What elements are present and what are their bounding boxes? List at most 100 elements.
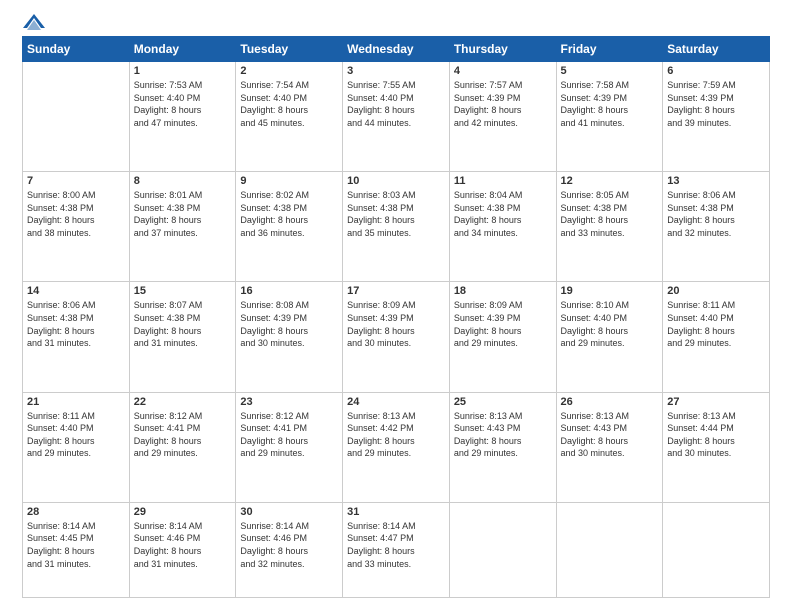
day-info: Sunrise: 8:12 AM Sunset: 4:41 PM Dayligh…: [134, 410, 232, 460]
day-info: Sunrise: 8:04 AM Sunset: 4:38 PM Dayligh…: [454, 189, 552, 239]
day-info: Sunrise: 7:53 AM Sunset: 4:40 PM Dayligh…: [134, 79, 232, 129]
calendar-cell: 9Sunrise: 8:02 AM Sunset: 4:38 PM Daylig…: [236, 172, 343, 282]
day-info: Sunrise: 8:06 AM Sunset: 4:38 PM Dayligh…: [27, 299, 125, 349]
day-number: 17: [347, 285, 445, 297]
calendar-cell: 14 Sunrise: 8:06 AM Sunset: 4:38 PM Dayli…: [23, 282, 130, 392]
week-row-0: 1 Sunrise: 7:53 AM Sunset: 4:40 PM Daylig…: [23, 62, 770, 172]
day-number: 26: [561, 396, 659, 408]
day-number: 14: [27, 285, 125, 297]
calendar-cell: 3 Sunrise: 7:55 AM Sunset: 4:40 PM Daylig…: [343, 62, 450, 172]
day-info: Sunrise: 8:11 AM Sunset: 4:40 PM Dayligh…: [667, 299, 765, 349]
calendar-cell: 7 Sunrise: 8:00 AM Sunset: 4:38 PM Daylig…: [23, 172, 130, 282]
day-info: Sunrise: 8:14 AM Sunset: 4:47 PM Dayligh…: [347, 520, 445, 570]
day-info: Sunrise: 8:13 AM Sunset: 4:42 PM Dayligh…: [347, 410, 445, 460]
day-number: 8: [134, 175, 232, 187]
day-info: Sunrise: 7:54 AM Sunset: 4:40 PM Dayligh…: [240, 79, 338, 129]
calendar-cell: 10Sunrise: 8:03 AM Sunset: 4:38 PM Dayli…: [343, 172, 450, 282]
calendar-cell: 30Sunrise: 8:14 AM Sunset: 4:46 PM Dayli…: [236, 502, 343, 597]
day-number: 30: [240, 506, 338, 518]
calendar-cell: [23, 62, 130, 172]
day-number: 21: [27, 396, 125, 408]
weekday-friday: Friday: [556, 37, 663, 62]
calendar-cell: 29 Sunrise: 8:14 AM Sunset: 4:46 PM Dayli…: [129, 502, 236, 597]
day-info: Sunrise: 7:59 AM Sunset: 4:39 PM Dayligh…: [667, 79, 765, 129]
day-number: 25: [454, 396, 552, 408]
day-number: 12: [561, 175, 659, 187]
calendar-cell: [449, 502, 556, 597]
calendar-cell: 31 Sunrise: 8:14 AM Sunset: 4:47 PM Dayli…: [343, 502, 450, 597]
day-number: 23: [240, 396, 338, 408]
weekday-tuesday: Tuesday: [236, 37, 343, 62]
weekday-saturday: Saturday: [663, 37, 770, 62]
day-info: Sunrise: 8:09 AM Sunset: 4:39 PM Dayligh…: [347, 299, 445, 349]
logo: [22, 18, 45, 26]
calendar-cell: 8 Sunrise: 8:01 AM Sunset: 4:38 PM Daylig…: [129, 172, 236, 282]
calendar-cell: 17 Sunrise: 8:09 AM Sunset: 4:39 PM Dayli…: [343, 282, 450, 392]
day-info: Sunrise: 8:05 AM Sunset: 4:38 PM Dayligh…: [561, 189, 659, 239]
week-row-1: 7 Sunrise: 8:00 AM Sunset: 4:38 PM Daylig…: [23, 172, 770, 282]
day-info: Sunrise: 8:08 AM Sunset: 4:39 PM Dayligh…: [240, 299, 338, 349]
calendar-cell: 11Sunrise: 8:04 AM Sunset: 4:38 PM Dayli…: [449, 172, 556, 282]
calendar-cell: 23 Sunrise: 8:12 AM Sunset: 4:41 PM Dayli…: [236, 392, 343, 502]
day-info: Sunrise: 8:00 AM Sunset: 4:38 PM Dayligh…: [27, 189, 125, 239]
day-number: 13: [667, 175, 765, 187]
day-number: 9: [240, 175, 338, 187]
day-number: 5: [561, 65, 659, 77]
page: SundayMondayTuesdayWednesdayThursdayFrid…: [0, 0, 792, 612]
week-row-4: 28 Sunrise: 8:14 AM Sunset: 4:45 PM Dayli…: [23, 502, 770, 597]
day-info: Sunrise: 8:07 AM Sunset: 4:38 PM Dayligh…: [134, 299, 232, 349]
day-number: 31: [347, 506, 445, 518]
calendar-cell: 24 Sunrise: 8:13 AM Sunset: 4:42 PM Dayli…: [343, 392, 450, 502]
day-number: 6: [667, 65, 765, 77]
day-number: 3: [347, 65, 445, 77]
day-number: 28: [27, 506, 125, 518]
calendar-cell: [663, 502, 770, 597]
calendar-cell: 15Sunrise: 8:07 AM Sunset: 4:38 PM Dayli…: [129, 282, 236, 392]
calendar-cell: 12 Sunrise: 8:05 AM Sunset: 4:38 PM Dayli…: [556, 172, 663, 282]
header: [22, 18, 770, 26]
week-row-3: 21 Sunrise: 8:11 AM Sunset: 4:40 PM Dayli…: [23, 392, 770, 502]
day-info: Sunrise: 8:14 AM Sunset: 4:46 PM Dayligh…: [134, 520, 232, 570]
day-number: 1: [134, 65, 232, 77]
day-info: Sunrise: 8:01 AM Sunset: 4:38 PM Dayligh…: [134, 189, 232, 239]
calendar-cell: 18Sunrise: 8:09 AM Sunset: 4:39 PM Dayli…: [449, 282, 556, 392]
day-info: Sunrise: 8:12 AM Sunset: 4:41 PM Dayligh…: [240, 410, 338, 460]
weekday-sunday: Sunday: [23, 37, 130, 62]
day-info: Sunrise: 8:14 AM Sunset: 4:45 PM Dayligh…: [27, 520, 125, 570]
day-number: 2: [240, 65, 338, 77]
calendar-cell: [556, 502, 663, 597]
calendar-cell: 2 Sunrise: 7:54 AM Sunset: 4:40 PM Daylig…: [236, 62, 343, 172]
day-number: 29: [134, 506, 232, 518]
day-number: 19: [561, 285, 659, 297]
day-info: Sunrise: 8:03 AM Sunset: 4:38 PM Dayligh…: [347, 189, 445, 239]
day-info: Sunrise: 8:13 AM Sunset: 4:43 PM Dayligh…: [561, 410, 659, 460]
day-number: 24: [347, 396, 445, 408]
weekday-header-row: SundayMondayTuesdayWednesdayThursdayFrid…: [23, 37, 770, 62]
calendar-cell: 19 Sunrise: 8:10 AM Sunset: 4:40 PM Dayli…: [556, 282, 663, 392]
day-info: Sunrise: 8:09 AM Sunset: 4:39 PM Dayligh…: [454, 299, 552, 349]
logo-icon: [23, 14, 45, 30]
day-number: 22: [134, 396, 232, 408]
day-info: Sunrise: 8:10 AM Sunset: 4:40 PM Dayligh…: [561, 299, 659, 349]
day-info: Sunrise: 7:57 AM Sunset: 4:39 PM Dayligh…: [454, 79, 552, 129]
calendar-cell: 4Sunrise: 7:57 AM Sunset: 4:39 PM Daylig…: [449, 62, 556, 172]
calendar-cell: 21 Sunrise: 8:11 AM Sunset: 4:40 PM Dayli…: [23, 392, 130, 502]
calendar-table: SundayMondayTuesdayWednesdayThursdayFrid…: [22, 36, 770, 598]
day-info: Sunrise: 7:55 AM Sunset: 4:40 PM Dayligh…: [347, 79, 445, 129]
calendar-cell: 27Sunrise: 8:13 AM Sunset: 4:44 PM Dayli…: [663, 392, 770, 502]
week-row-2: 14 Sunrise: 8:06 AM Sunset: 4:38 PM Dayli…: [23, 282, 770, 392]
calendar-cell: 26 Sunrise: 8:13 AM Sunset: 4:43 PM Dayli…: [556, 392, 663, 502]
calendar-cell: 25Sunrise: 8:13 AM Sunset: 4:43 PM Dayli…: [449, 392, 556, 502]
calendar-cell: 22 Sunrise: 8:12 AM Sunset: 4:41 PM Dayli…: [129, 392, 236, 502]
calendar-cell: 28 Sunrise: 8:14 AM Sunset: 4:45 PM Dayli…: [23, 502, 130, 597]
day-info: Sunrise: 8:06 AM Sunset: 4:38 PM Dayligh…: [667, 189, 765, 239]
weekday-monday: Monday: [129, 37, 236, 62]
day-number: 16: [240, 285, 338, 297]
weekday-wednesday: Wednesday: [343, 37, 450, 62]
calendar-cell: 6 Sunrise: 7:59 AM Sunset: 4:39 PM Daylig…: [663, 62, 770, 172]
day-info: Sunrise: 8:11 AM Sunset: 4:40 PM Dayligh…: [27, 410, 125, 460]
day-info: Sunrise: 7:58 AM Sunset: 4:39 PM Dayligh…: [561, 79, 659, 129]
day-number: 7: [27, 175, 125, 187]
calendar-cell: 16 Sunrise: 8:08 AM Sunset: 4:39 PM Dayli…: [236, 282, 343, 392]
calendar-cell: 1 Sunrise: 7:53 AM Sunset: 4:40 PM Daylig…: [129, 62, 236, 172]
